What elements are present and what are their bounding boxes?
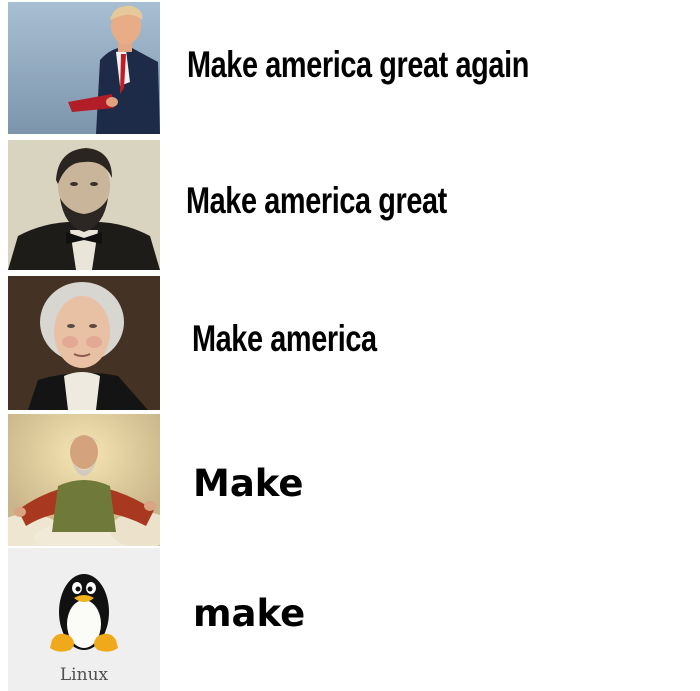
caption-line-1: Make america great again	[187, 44, 529, 85]
linux-logo-text: Linux	[59, 665, 109, 685]
caption-line-3: Make america	[192, 318, 377, 359]
deity-clouds-image	[8, 414, 160, 546]
meme-row-4: Make	[0, 412, 700, 548]
linux-logo-panel: Linux	[8, 548, 160, 691]
caption-line-4: Make	[193, 462, 304, 505]
meme-row-5: Linux make	[0, 548, 700, 691]
caption-line-5: make	[193, 592, 306, 635]
politician-suit-image	[8, 2, 160, 134]
bearded-portrait-image	[8, 140, 160, 270]
meme-row-3: Make america	[0, 274, 700, 412]
wigged-portrait-image	[8, 276, 160, 410]
meme-row-2: Make america great	[0, 138, 700, 274]
caption-line-2: Make america great	[186, 180, 447, 221]
meme-row-1: Make america great again	[0, 0, 700, 138]
